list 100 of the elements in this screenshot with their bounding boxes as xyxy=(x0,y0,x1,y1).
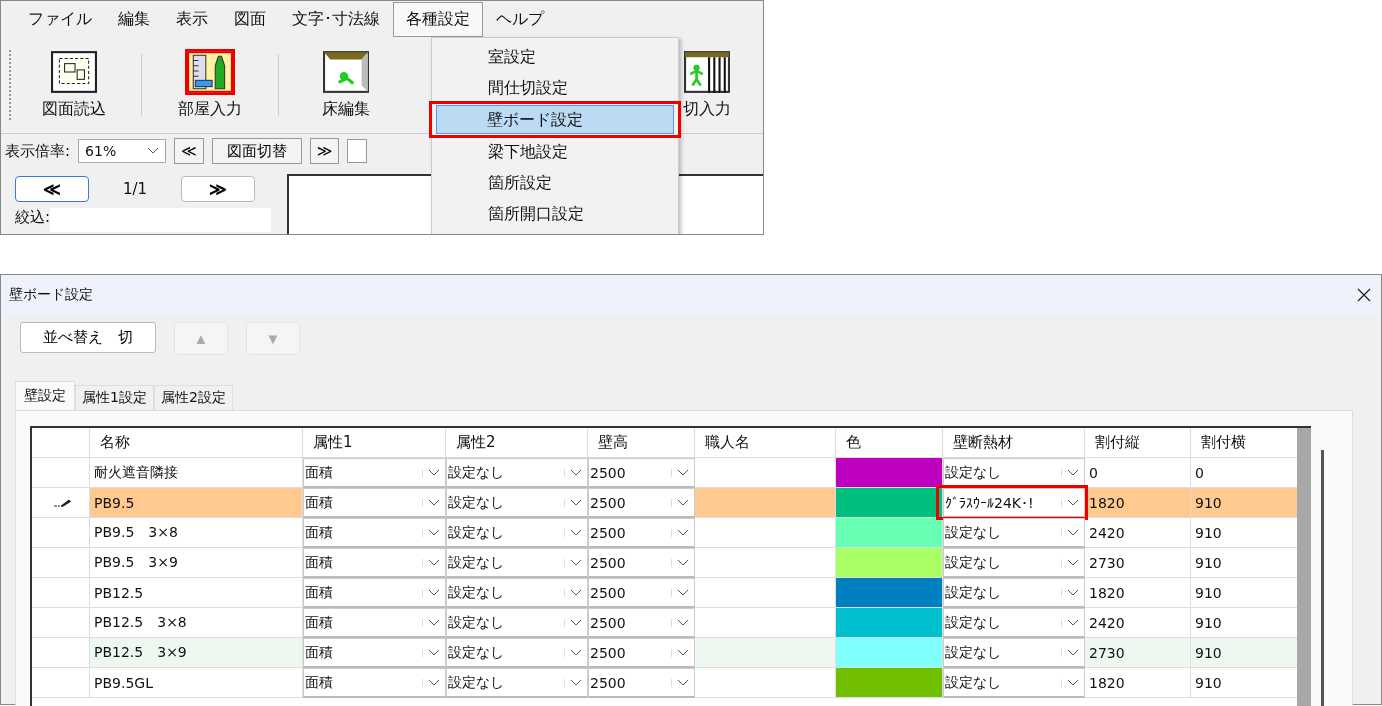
sort-button[interactable]: 並べ替え 切 xyxy=(20,322,156,353)
dropdown-cell[interactable]: 面積 xyxy=(303,638,446,668)
dropdown-cell[interactable]: 設定なし xyxy=(943,608,1085,638)
chevron-down-icon xyxy=(147,147,160,155)
column-header[interactable]: 職人名 xyxy=(695,428,836,458)
row-header[interactable] xyxy=(32,668,90,698)
next-drawing-button[interactable]: ≫ xyxy=(309,138,340,164)
floor-plan-icon xyxy=(50,50,97,93)
row-header[interactable] xyxy=(32,458,90,488)
table-row[interactable]: PB9.5 面積 設定なし 2500 ｸﾞﾗｽｳｰﾙ24K･! 1820 910 xyxy=(32,488,1297,518)
partition-wall-icon xyxy=(684,50,731,93)
color-swatch[interactable] xyxy=(836,668,942,697)
next-page-button[interactable]: ≫ xyxy=(181,176,256,202)
color-swatch[interactable] xyxy=(836,548,942,577)
toolbar-button[interactable]: 床編集 xyxy=(290,41,402,129)
dropdown-cell[interactable]: 2500 xyxy=(588,668,695,698)
menu-item[interactable]: 各種設定 xyxy=(393,1,483,37)
page-counter: 1/1 xyxy=(123,180,148,198)
tab[interactable]: 属性2設定 xyxy=(153,385,233,410)
dropdown-cell[interactable]: 2500 xyxy=(588,608,695,638)
table-row[interactable]: PB9.5 3×8 面積 設定なし 2500 設定なし 2420 910 xyxy=(32,518,1297,548)
menu-item[interactable]: ヘルプ xyxy=(483,1,557,37)
dropdown-cell[interactable]: 設定なし xyxy=(446,608,588,638)
menu-entry[interactable]: 室設定 xyxy=(434,41,676,72)
color-swatch[interactable] xyxy=(836,638,942,667)
table-cell: 1820 xyxy=(1085,578,1191,608)
dropdown-cell[interactable]: 設定なし xyxy=(943,638,1085,668)
switch-drawing-button[interactable]: 図面切替 xyxy=(211,138,302,164)
close-icon[interactable] xyxy=(1357,288,1371,302)
color-swatch[interactable] xyxy=(836,578,942,607)
row-header[interactable] xyxy=(32,548,90,578)
dropdown-cell[interactable]: 面積 xyxy=(303,578,446,608)
menu-item[interactable]: 表示 xyxy=(163,1,221,37)
dropdown-cell[interactable]: 2500 xyxy=(588,578,695,608)
table-row[interactable]: PB12.5 3×9 面積 設定なし 2500 設定なし 2730 910 xyxy=(32,638,1297,668)
column-header[interactable]: 割付縦 xyxy=(1085,428,1191,458)
room-floor-icon xyxy=(323,50,370,93)
dropdown-cell[interactable]: 設定なし xyxy=(446,488,588,518)
color-swatch[interactable] xyxy=(836,518,942,547)
tab[interactable]: 属性1設定 xyxy=(75,385,154,410)
dropdown-cell[interactable]: 面積 xyxy=(303,488,446,518)
table-cell: PB12.5 3×9 xyxy=(90,638,303,668)
dropdown-cell[interactable]: 設定なし xyxy=(446,638,588,668)
dropdown-cell[interactable]: 2500 xyxy=(588,458,695,488)
table-cell: 2730 xyxy=(1085,548,1191,578)
table-row[interactable]: PB12.5 面積 設定なし 2500 設定なし 1820 910 xyxy=(32,578,1297,608)
table-cell: 1820 xyxy=(1085,488,1191,518)
table-cell: 910 xyxy=(1191,488,1299,518)
row-header[interactable] xyxy=(32,638,90,668)
menu-entry[interactable]: 間仕切設定 xyxy=(434,72,676,103)
previous-page-button[interactable]: ≪ xyxy=(15,176,89,202)
menu-entry[interactable]: 箇所設定 xyxy=(434,167,676,198)
menu-item[interactable]: 図面 xyxy=(221,1,279,37)
toolbar-button[interactable]: 部屋入力 xyxy=(154,41,266,129)
dropdown-cell[interactable]: 設定なし xyxy=(943,458,1085,488)
dropdown-cell[interactable]: 設定なし xyxy=(446,548,588,578)
toolbar-grip[interactable] xyxy=(9,50,14,120)
table-row[interactable]: PB9.5GL 面積 設定なし 2500 設定なし 1820 910 xyxy=(32,668,1297,698)
table-cell: 2420 xyxy=(1085,518,1191,548)
dropdown-cell[interactable]: 面積 xyxy=(303,608,446,638)
menu-item[interactable]: ファイル xyxy=(15,1,105,37)
toolbar-button[interactable]: 図面読込 xyxy=(18,41,130,129)
menu-item[interactable]: 文字･寸法線 xyxy=(279,1,393,37)
dropdown-cell[interactable]: 設定なし xyxy=(446,518,588,548)
dropdown-cell[interactable]: 設定なし xyxy=(943,578,1085,608)
color-swatch[interactable] xyxy=(836,488,942,517)
table-row[interactable]: PB12.5 3×8 面積 設定なし 2500 設定なし 2420 910 xyxy=(32,608,1297,638)
dropdown-cell[interactable]: 面積 xyxy=(303,458,446,488)
menu-entry[interactable]: 梁下地設定 xyxy=(434,136,676,167)
dropdown-cell[interactable]: 2500 xyxy=(588,638,695,668)
row-header[interactable] xyxy=(32,518,90,548)
zoom-dropdown[interactable]: 61% xyxy=(78,139,167,163)
dropdown-cell[interactable]: 設定なし xyxy=(943,668,1085,698)
checkbox[interactable] xyxy=(347,139,368,163)
table-row[interactable]: PB9.5 3×9 面積 設定なし 2500 設定なし 2730 910 xyxy=(32,548,1297,578)
tab[interactable]: 壁設定 xyxy=(15,381,75,410)
column-header[interactable]: 名称 xyxy=(90,428,303,458)
color-swatch[interactable] xyxy=(836,608,942,637)
menu-entry[interactable]: 箇所開口設定 xyxy=(434,198,676,229)
dropdown-cell[interactable]: 設定なし xyxy=(446,578,588,608)
row-header[interactable] xyxy=(32,488,90,518)
dropdown-cell[interactable]: 面積 xyxy=(303,668,446,698)
color-swatch[interactable] xyxy=(836,458,942,487)
dropdown-cell[interactable]: 2500 xyxy=(588,488,695,518)
dropdown-cell[interactable]: 面積 xyxy=(303,548,446,578)
ruler-and-bottle-icon xyxy=(186,50,233,93)
dropdown-cell[interactable]: 設定なし xyxy=(943,548,1085,578)
dropdown-cell[interactable]: 2500 xyxy=(588,518,695,548)
dropdown-cell[interactable]: 設定なし xyxy=(446,458,588,488)
previous-drawing-button[interactable]: ≪ xyxy=(174,138,204,164)
row-header[interactable] xyxy=(32,578,90,608)
row-header[interactable] xyxy=(32,608,90,638)
menu-item[interactable]: 編集 xyxy=(105,1,163,37)
dropdown-cell[interactable]: 面積 xyxy=(303,518,446,548)
scrollbar[interactable] xyxy=(1297,428,1311,706)
dropdown-cell[interactable]: 設定なし xyxy=(446,668,588,698)
dropdown-cell[interactable]: 2500 xyxy=(588,548,695,578)
scrollbar[interactable] xyxy=(1321,450,1324,706)
table-cell: 2730 xyxy=(1085,638,1191,668)
dropdown-cell[interactable]: 設定なし xyxy=(943,518,1085,548)
